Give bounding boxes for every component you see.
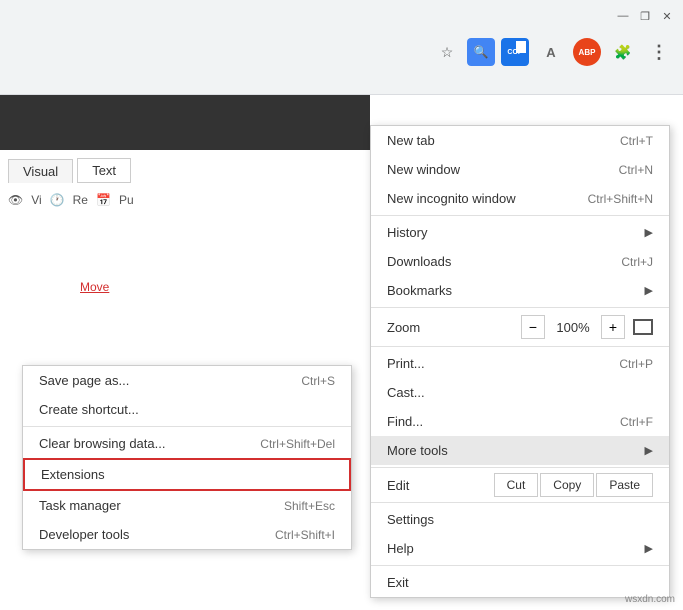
content-tabs: Visual Text: [0, 150, 370, 183]
dark-header-bar: [0, 95, 370, 150]
more-tools-submenu: Save page as... Ctrl+S Create shortcut..…: [22, 365, 352, 550]
separator-1: [371, 215, 669, 216]
menu-bookmarks[interactable]: Bookmarks ▶: [371, 276, 669, 305]
close-button[interactable]: ✕: [659, 8, 675, 24]
copy-button[interactable]: Copy: [540, 473, 594, 497]
menu-more-tools[interactable]: More tools ▶: [371, 436, 669, 465]
history-icon: 🕐: [50, 193, 65, 207]
minimize-button[interactable]: —: [615, 8, 631, 24]
menu-downloads[interactable]: Downloads Ctrl+J: [371, 247, 669, 276]
browser-chrome: — ❐ ✕ ☆ 🔍 COP A ABP 🧩 ⋮: [0, 0, 683, 95]
submenu-separator-1: [23, 426, 351, 427]
text-tab[interactable]: Text: [77, 158, 131, 183]
separator-4: [371, 467, 669, 468]
separator-3: [371, 346, 669, 347]
search-extension-icon[interactable]: 🔍: [467, 38, 495, 66]
acrobat-icon[interactable]: A: [535, 36, 567, 68]
submenu-save-page[interactable]: Save page as... Ctrl+S: [23, 366, 351, 395]
view-label: Vi: [31, 193, 41, 207]
submenu-extensions[interactable]: Extensions: [23, 458, 351, 491]
menu-new-tab[interactable]: New tab Ctrl+T: [371, 126, 669, 155]
submenu-developer-tools[interactable]: Developer tools Ctrl+Shift+I: [23, 520, 351, 549]
move-link[interactable]: Move: [80, 280, 109, 294]
main-content: Visual Text 👁 Vi 🕐 Re 📅 Pu Move APUALS N…: [0, 95, 683, 610]
title-bar: — ❐ ✕: [0, 0, 683, 32]
wsxdn-watermark: wsxdn.com: [625, 594, 675, 605]
zoom-in-button[interactable]: +: [601, 315, 625, 339]
restore-button[interactable]: ❐: [637, 8, 653, 24]
browser-toolbar: ☆ 🔍 COP A ABP 🧩 ⋮: [0, 32, 683, 72]
zoom-value: 100%: [553, 320, 593, 335]
cut-button[interactable]: Cut: [494, 473, 539, 497]
abp-extension-icon[interactable]: ABP: [571, 36, 603, 68]
menu-find[interactable]: Find... Ctrl+F: [371, 407, 669, 436]
separator-2: [371, 307, 669, 308]
menu-new-window[interactable]: New window Ctrl+N: [371, 155, 669, 184]
visual-tab[interactable]: Visual: [8, 159, 73, 183]
menu-new-incognito[interactable]: New incognito window Ctrl+Shift+N: [371, 184, 669, 213]
separator-5: [371, 502, 669, 503]
main-context-menu: New tab Ctrl+T New window Ctrl+N New inc…: [370, 125, 670, 598]
zoom-row: Zoom − 100% +: [371, 310, 669, 344]
edit-row: Edit Cut Copy Paste: [371, 470, 669, 500]
paste-button[interactable]: Paste: [596, 473, 653, 497]
menu-print[interactable]: Print... Ctrl+P: [371, 349, 669, 378]
chrome-menu-icon[interactable]: ⋮: [643, 36, 675, 68]
submenu-task-manager[interactable]: Task manager Shift+Esc: [23, 491, 351, 520]
eye-icon: 👁: [8, 193, 23, 207]
separator-6: [371, 565, 669, 566]
menu-exit[interactable]: Exit: [371, 568, 669, 597]
submenu-create-shortcut[interactable]: Create shortcut...: [23, 395, 351, 424]
menu-settings[interactable]: Settings: [371, 505, 669, 534]
calendar-icon: 📅: [96, 193, 111, 207]
bookmark-icon[interactable]: ☆: [431, 36, 463, 68]
pu-label: Pu: [119, 193, 134, 207]
fullscreen-button[interactable]: [633, 319, 653, 335]
menu-help[interactable]: Help ▶: [371, 534, 669, 563]
re-label: Re: [73, 193, 88, 207]
menu-cast[interactable]: Cast...: [371, 378, 669, 407]
submenu-clear-browsing[interactable]: Clear browsing data... Ctrl+Shift+Del: [23, 429, 351, 458]
zoom-out-button[interactable]: −: [521, 315, 545, 339]
copy-extension-icon[interactable]: COP: [499, 36, 531, 68]
extensions-puzzle-icon[interactable]: 🧩: [607, 36, 639, 68]
content-action-row: 👁 Vi 🕐 Re 📅 Pu: [0, 183, 370, 217]
menu-history[interactable]: History ▶: [371, 218, 669, 247]
